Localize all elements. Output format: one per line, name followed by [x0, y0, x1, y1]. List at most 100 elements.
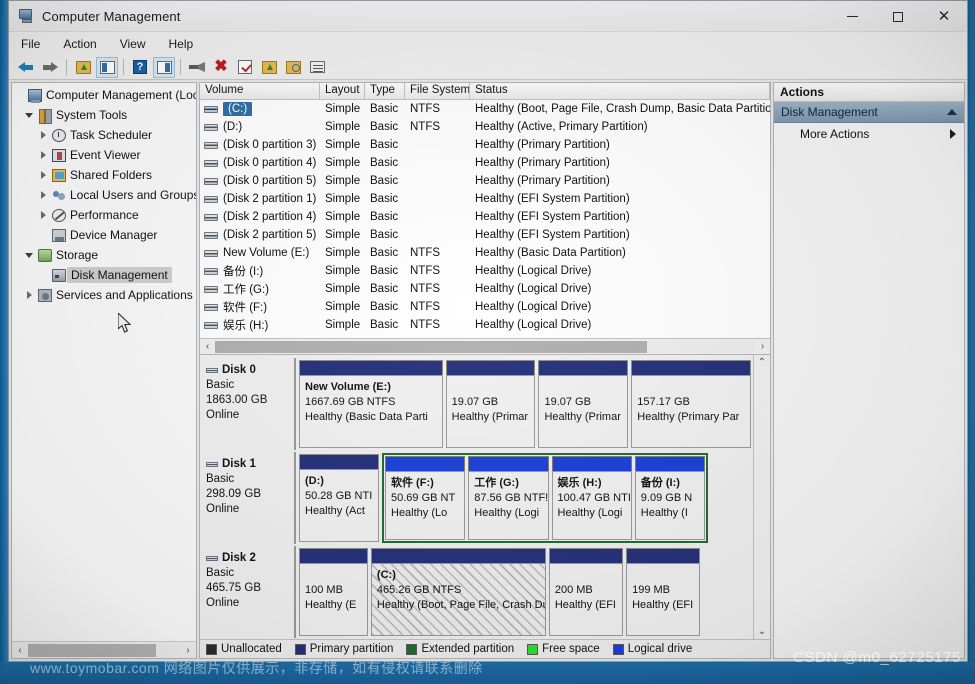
cell-type: Basic	[370, 229, 399, 241]
tree-item-services-and-applications[interactable]: Services and Applications	[12, 285, 196, 305]
search-button[interactable]	[282, 57, 304, 78]
tree-item-storage[interactable]: Storage	[12, 245, 196, 265]
partition-block[interactable]: 100 MB Healthy (E	[299, 548, 368, 636]
chevron-down-icon[interactable]	[22, 113, 36, 118]
legend-item-primary-partition: Primary partition	[294, 643, 393, 655]
actions-group-disk-management[interactable]: Disk Management	[774, 102, 964, 123]
column-header-layout[interactable]: Layout	[320, 83, 365, 99]
chevron-right-icon[interactable]	[36, 191, 50, 199]
partition-block[interactable]: 199 MB Healthy (EFI	[626, 548, 701, 636]
scroll-thumb[interactable]	[215, 340, 647, 353]
tree-item-computer-management[interactable]: Computer Management (Local	[12, 85, 196, 105]
menu-view[interactable]: View	[117, 36, 149, 52]
table-row[interactable]: (Disk 2 partition 4) Simple Basic Health…	[200, 208, 770, 226]
tree-item-disk-management[interactable]: Disk Management	[12, 265, 196, 285]
tree-item-task-scheduler[interactable]: Task Scheduler	[12, 125, 196, 145]
chevron-right-icon[interactable]	[36, 171, 50, 179]
delete-button[interactable]: ✖	[210, 57, 232, 78]
maximize-button[interactable]	[875, 1, 921, 32]
chevron-right-icon[interactable]	[36, 131, 50, 139]
table-row[interactable]: (C:) Simple Basic NTFS Healthy (Boot, Pa…	[200, 100, 770, 118]
partition-block[interactable]: 软件 (F:) 50.69 GB NT Healthy (Lo	[385, 456, 466, 540]
show-console-tree-button[interactable]	[96, 56, 118, 78]
partition-block[interactable]: New Volume (E:) 1667.69 GB NTFS Healthy …	[299, 360, 443, 448]
tree-item-device-manager[interactable]: Device Manager	[12, 225, 196, 245]
tree-item-local-users-and-groups[interactable]: Local Users and Groups	[12, 185, 196, 205]
table-row[interactable]: (Disk 2 partition 1) Simple Basic Health…	[200, 190, 770, 208]
chevron-right-icon[interactable]	[22, 291, 36, 299]
chevron-right-icon[interactable]	[36, 151, 50, 159]
menu-action[interactable]: Action	[60, 36, 99, 52]
disk-legend: Unallocated Primary partition Extended p…	[200, 639, 770, 658]
minimize-button[interactable]	[829, 1, 875, 32]
partition-block[interactable]: 200 MB Healthy (EFI	[548, 548, 624, 636]
table-row[interactable]: 备份 (I:) Simple Basic NTFS Healthy (Logic…	[200, 262, 770, 280]
tree-item-event-viewer[interactable]: Event Viewer	[12, 145, 196, 165]
table-row[interactable]: 软件 (F:) Simple Basic NTFS Healthy (Logic…	[200, 298, 770, 316]
table-row[interactable]: (Disk 2 partition 5) Simple Basic Health…	[200, 226, 770, 244]
partition-block[interactable]: (C:) 465.26 GB NTFS Healthy (Boot, Page …	[370, 548, 546, 636]
volume-list-horizontal-scrollbar[interactable]: ‹ ›	[200, 338, 770, 354]
partition-block[interactable]: 工作 (G:) 87.56 GB NTF! Healthy (Logi	[468, 456, 549, 540]
export-button[interactable]	[258, 57, 280, 78]
chevron-down-icon[interactable]	[22, 253, 36, 258]
back-button[interactable]	[15, 57, 37, 78]
forward-button[interactable]	[39, 57, 61, 78]
partition-block[interactable]: (D:) 50.28 GB NTI Healthy (Act	[299, 454, 379, 542]
tree-item-system-tools[interactable]: System Tools	[12, 105, 196, 125]
actions-item-more-actions[interactable]: More Actions	[774, 123, 964, 144]
disk-info[interactable]: Disk 1 Basic 298.09 GB Online	[200, 452, 296, 544]
menu-file[interactable]: File	[18, 36, 43, 52]
partition-bar	[370, 548, 546, 563]
list-view-button[interactable]	[306, 57, 328, 78]
table-row[interactable]: (Disk 0 partition 3) Simple Basic Health…	[200, 136, 770, 154]
menu-help[interactable]: Help	[166, 36, 197, 52]
scroll-track[interactable]	[28, 643, 180, 657]
column-header-file-system[interactable]: File System	[405, 83, 470, 99]
scroll-right-arrow[interactable]: ›	[180, 645, 196, 656]
chevron-up-icon[interactable]	[947, 109, 957, 115]
disk-row: Disk 2 Basic 465.75 GB Online 100 MB Hea…	[200, 546, 753, 638]
scroll-track[interactable]	[215, 340, 755, 353]
tree-horizontal-scrollbar[interactable]: ‹ ›	[12, 641, 196, 658]
event-viewer-icon	[50, 148, 67, 162]
close-button[interactable]: ✕	[921, 1, 967, 32]
table-row[interactable]: (Disk 0 partition 5) Simple Basic Health…	[200, 172, 770, 190]
table-row[interactable]: (D:) Simple Basic NTFS Healthy (Active, …	[200, 118, 770, 136]
tree-item-performance[interactable]: Performance	[12, 205, 196, 225]
column-header-status[interactable]: Status	[470, 83, 770, 99]
chevron-right-icon[interactable]	[36, 211, 50, 219]
chevron-right-icon[interactable]	[950, 128, 956, 139]
up-one-level-button[interactable]	[72, 57, 94, 78]
table-row[interactable]: (Disk 0 partition 4) Simple Basic Health…	[200, 154, 770, 172]
tree-item-shared-folders[interactable]: Shared Folders	[12, 165, 196, 185]
partition-block[interactable]: 19.07 GB Healthy (Primar	[445, 360, 536, 448]
scroll-right-arrow[interactable]: ›	[755, 341, 770, 352]
partition-block[interactable]: 157.17 GB Healthy (Primary Par	[631, 360, 751, 448]
scroll-left-arrow[interactable]: ‹	[200, 341, 215, 352]
column-header-type[interactable]: Type	[365, 83, 405, 99]
help-button[interactable]: ?	[129, 57, 151, 78]
scroll-thumb[interactable]	[28, 643, 156, 657]
table-row[interactable]: 工作 (G:) Simple Basic NTFS Healthy (Logic…	[200, 280, 770, 298]
show-action-pane-button[interactable]	[153, 56, 175, 78]
partition-title	[544, 380, 623, 395]
disk-management-pane: Volume Layout Type File System Status (C…	[199, 82, 771, 659]
partition-block[interactable]: 19.07 GB Healthy (Primar	[538, 360, 629, 448]
scroll-left-arrow[interactable]: ‹	[12, 645, 28, 656]
scroll-down-arrow[interactable]: ⌄	[758, 626, 766, 637]
cell-layout: Simple	[325, 103, 361, 115]
disk-info[interactable]: Disk 2 Basic 465.75 GB Online	[200, 546, 296, 638]
disk-view-vertical-scrollbar[interactable]: ⌃ ⌄	[753, 355, 770, 639]
rescan-button[interactable]	[234, 57, 256, 78]
table-row[interactable]: 娱乐 (H:) Simple Basic NTFS Healthy (Logic…	[200, 316, 770, 334]
scroll-up-arrow[interactable]: ⌃	[758, 357, 766, 368]
partition-block[interactable]: 娱乐 (H:) 100.47 GB NTI Healthy (Logi	[551, 456, 632, 540]
partition-block[interactable]: 备份 (I:) 9.09 GB N Healthy (I	[634, 456, 706, 540]
table-row[interactable]: New Volume (E:) Simple Basic NTFS Health…	[200, 244, 770, 262]
partition-title	[305, 568, 363, 583]
partition-bar	[385, 456, 466, 471]
properties-button[interactable]	[186, 57, 208, 78]
disk-info[interactable]: Disk 0 Basic 1863.00 GB Online	[200, 358, 296, 450]
column-header-volume[interactable]: Volume	[200, 83, 320, 99]
